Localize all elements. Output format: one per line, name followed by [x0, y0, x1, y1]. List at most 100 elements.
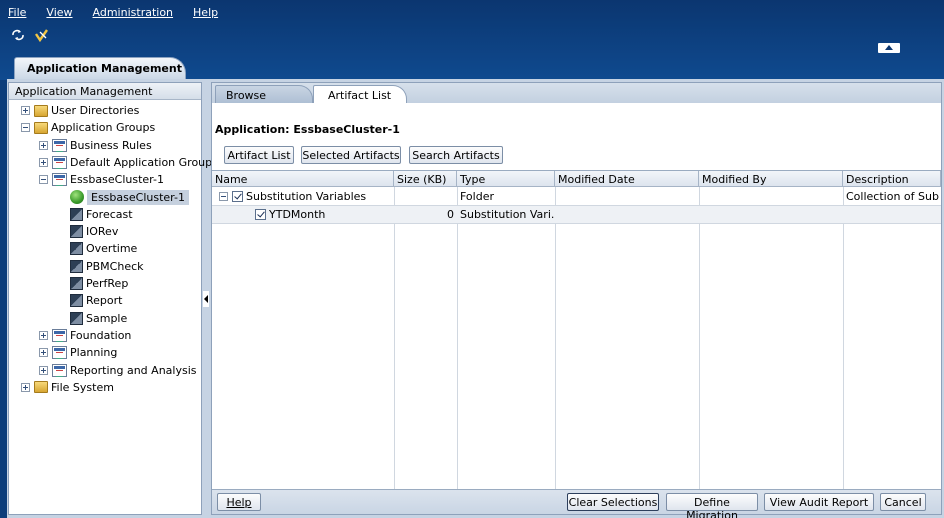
column-header-description[interactable]: Description [843, 171, 941, 187]
tab-application-management[interactable]: Application Management [14, 57, 186, 80]
tree-item[interactable]: Overtime [70, 240, 137, 257]
essbase-globe-icon [70, 190, 84, 204]
database-icon [70, 207, 83, 221]
collapse-icon[interactable] [21, 123, 30, 133]
artifact-modified-date [555, 188, 699, 205]
app-group-icon [52, 346, 67, 360]
tree-item[interactable]: Planning [39, 344, 117, 361]
artifact-list-button[interactable]: Artifact List [224, 146, 294, 164]
expand-icon[interactable] [39, 365, 48, 375]
artifact-name: Substitution Variables [246, 190, 367, 203]
column-divider [394, 187, 395, 489]
selected-artifacts-button[interactable]: Selected Artifacts [301, 146, 401, 164]
menu-view[interactable]: View [46, 6, 72, 19]
tree-item-label: Forecast [86, 207, 133, 221]
table-row[interactable]: YTDMonth 0 Substitution Vari... [212, 206, 941, 224]
tree-item-label: Overtime [86, 242, 138, 256]
search-artifacts-button[interactable]: Search Artifacts [409, 146, 503, 164]
tree-item[interactable]: Forecast [70, 206, 133, 223]
collapse-row-icon[interactable] [219, 192, 228, 201]
tree-item-label: Default Application Group [70, 155, 213, 169]
column-divider [699, 187, 700, 489]
view-audit-report-button[interactable]: View Audit Report [764, 493, 874, 511]
menu-administration[interactable]: Administration [93, 6, 174, 19]
column-header-type[interactable]: Type [457, 171, 555, 187]
sub-tab-strip: Browse Artifact List [212, 83, 941, 103]
tree-item[interactable]: PBMCheck [70, 258, 144, 275]
artifact-modified-by [699, 206, 843, 223]
select-checkbox[interactable] [232, 191, 243, 202]
column-header-size[interactable]: Size (KB) [394, 171, 457, 187]
menu-file[interactable]: File [8, 6, 26, 19]
cancel-button[interactable]: Cancel [880, 493, 926, 511]
tree-item[interactable]: IORev [70, 223, 118, 240]
column-header-name[interactable]: Name [212, 171, 394, 187]
app-group-icon [52, 328, 67, 342]
collapse-icon[interactable] [39, 175, 48, 185]
expand-icon[interactable] [39, 157, 48, 167]
folder-icon [34, 104, 48, 117]
define-migration-button[interactable]: Define Migration [666, 493, 758, 518]
tree-item-label: Foundation [70, 328, 132, 342]
tree-item[interactable]: Application Groups [21, 119, 155, 136]
table-row[interactable]: Substitution Variables Folder Collection… [212, 188, 941, 206]
tab-artifact-list[interactable]: Artifact List [313, 85, 407, 103]
database-icon [70, 242, 83, 256]
expand-icon[interactable] [39, 330, 48, 340]
tree-item-label: EssbaseCluster-1 [70, 173, 164, 187]
collapse-header-button[interactable] [878, 43, 900, 53]
expand-icon[interactable] [39, 348, 48, 358]
tree-item-label: Reporting and Analysis [70, 363, 197, 377]
artifact-modified-by [699, 188, 843, 205]
database-icon [70, 225, 83, 239]
expand-icon[interactable] [21, 382, 30, 392]
tree-item[interactable]: Foundation [39, 327, 131, 344]
help-button[interactable]: Help [217, 493, 261, 511]
expand-icon[interactable] [39, 140, 48, 150]
navigation-tree-panel: Application Management User Directories A… [8, 82, 212, 515]
clear-selections-button[interactable]: Clear Selections [567, 493, 659, 511]
top-header: File View Administration Help Applicatio… [0, 0, 944, 80]
expand-icon[interactable] [21, 106, 30, 115]
artifact-description [843, 206, 939, 223]
tree-item[interactable]: File System [21, 379, 114, 396]
tree-item[interactable]: PerfRep [70, 275, 128, 292]
tree-item[interactable]: Reporting and Analysis [39, 362, 196, 379]
tab-browse[interactable]: Browse [215, 85, 313, 103]
database-icon [70, 277, 83, 290]
menu-bar: File View Administration Help [8, 6, 238, 19]
tree-item[interactable]: Business Rules [39, 137, 152, 154]
tree-item[interactable]: User Directories [21, 102, 139, 119]
database-icon [70, 311, 83, 325]
column-divider [457, 187, 458, 489]
collapse-panel-arrow-icon[interactable] [203, 291, 209, 307]
tree-item-label: User Directories [51, 104, 140, 117]
folder-icon [34, 381, 48, 394]
tree-item[interactable]: EssbaseCluster-1 [39, 171, 164, 188]
artifact-size [394, 188, 457, 205]
column-divider [843, 187, 844, 489]
menu-help[interactable]: Help [193, 6, 218, 19]
column-header-modified-date[interactable]: Modified Date [555, 171, 699, 187]
app-group-icon [52, 155, 67, 169]
tree-item[interactable]: Report [70, 292, 122, 309]
clear-icon[interactable] [34, 28, 50, 43]
app-group-icon [52, 138, 67, 152]
column-divider [555, 187, 556, 489]
app-group-icon [52, 173, 67, 187]
help-button-label: Help [226, 496, 252, 509]
artifact-size: 0 [447, 208, 454, 221]
tree-item[interactable]: Default Application Group [39, 154, 212, 171]
artifact-name: YTDMonth [269, 208, 326, 221]
tree-item-label: Report [86, 294, 123, 308]
tree-item-label: IORev [86, 225, 119, 239]
select-checkbox[interactable] [255, 209, 266, 220]
column-header-modified-by[interactable]: Modified By [699, 171, 843, 187]
refresh-icon[interactable] [10, 28, 26, 42]
app-group-icon [52, 363, 67, 377]
action-footer: Help Clear Selections Define Migration V… [212, 489, 941, 518]
artifact-panel: Browse Artifact List Application: Essbas… [211, 82, 942, 518]
tree-item[interactable]: EssbaseCluster-1 [70, 189, 189, 206]
tree-item[interactable]: Sample [70, 310, 127, 327]
application-title: Application: EssbaseCluster-1 [215, 123, 400, 136]
